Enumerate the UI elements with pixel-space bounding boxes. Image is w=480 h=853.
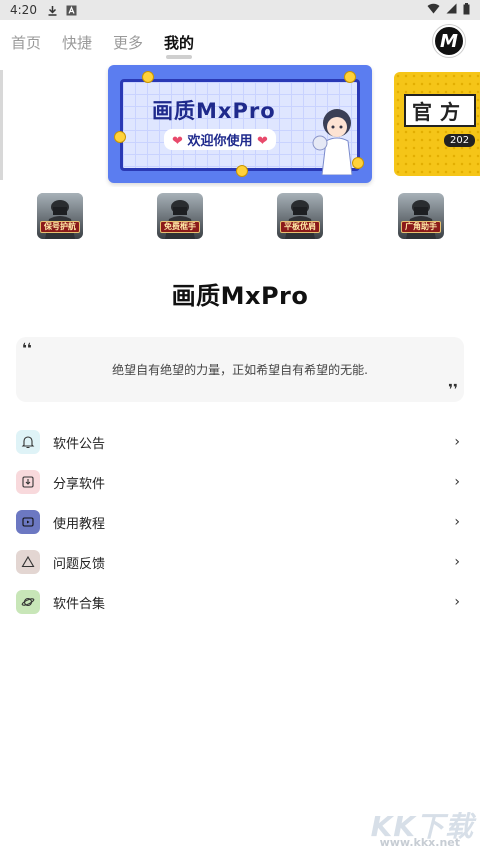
quick-item-tablet-view[interactable]: 平板优肩 (277, 193, 323, 239)
menu-item-label: 使用教程 (53, 516, 106, 532)
a-badge-icon (66, 5, 77, 16)
menu-item-label: 分享软件 (53, 476, 106, 492)
coin-icon (344, 71, 356, 83)
menu-item-tutorial[interactable]: 使用教程 › (0, 502, 480, 542)
app-logo-badge[interactable]: M (433, 25, 465, 57)
quick-item-account-protect[interactable]: 保号护航 (37, 193, 83, 239)
banner-main[interactable]: 画质MxPro ❤ 欢迎你使用 ❤ (108, 65, 372, 183)
download-icon (47, 5, 58, 16)
banner-title: 画质MxPro (152, 99, 276, 123)
quick-item-free-frame[interactable]: 免费框手 (157, 193, 203, 239)
menu-item-announcement[interactable]: 软件公告 › (0, 422, 480, 462)
chevron-right-icon: › (454, 594, 460, 610)
quick-item-label: 平板优肩 (280, 221, 320, 233)
quick-item-wide-angle[interactable]: 广角助手 (398, 193, 444, 239)
menu-item-collection[interactable]: 软件合集 › (0, 582, 480, 622)
quote-text: 绝望自有绝望的力量，正如希望自有希望的无能. (112, 363, 368, 377)
watermark-url: www.kkx.net (379, 836, 460, 849)
status-bar: 4:20 (0, 0, 480, 20)
banner-subtitle-text: 欢迎你使用 (187, 134, 253, 149)
heart-icon: ❤ (256, 134, 268, 149)
menu-item-label: 问题反馈 (53, 556, 106, 572)
quote-close-icon: ❜❜ (448, 382, 458, 398)
tab-more[interactable]: 更多 (113, 32, 143, 53)
banner-next[interactable]: 官方 202 (394, 72, 480, 176)
battery-icon (463, 2, 470, 18)
status-right-icons (427, 2, 470, 18)
tab-home[interactable]: 首页 (11, 32, 41, 53)
coin-icon (142, 71, 154, 83)
site-watermark: KK下载 www.kkx.net (364, 805, 474, 849)
tab-shortcuts[interactable]: 快捷 (62, 32, 92, 53)
settings-menu: 软件公告 › 分享软件 › 使用教程 › 问题反馈 › 软件合集 › (0, 422, 480, 622)
chevron-right-icon: › (454, 554, 460, 570)
quick-access-grid: 保号护航 免费框手 平板优肩 广角助手 (0, 193, 480, 243)
quote-open-icon: ❛❛ (22, 341, 32, 357)
chevron-right-icon: › (454, 434, 460, 450)
signal-icon (446, 3, 457, 17)
bell-icon (16, 430, 40, 454)
coin-icon (236, 165, 248, 177)
quick-item-label: 保号护航 (40, 221, 80, 233)
video-play-icon (16, 510, 40, 534)
menu-item-feedback[interactable]: 问题反馈 › (0, 542, 480, 582)
menu-item-label: 软件合集 (53, 596, 106, 612)
quick-item-label: 免费框手 (160, 221, 200, 233)
coin-icon (114, 131, 126, 143)
menu-item-share[interactable]: 分享软件 › (0, 462, 480, 502)
wifi-icon (427, 3, 440, 17)
banner-prev-peek (0, 70, 3, 180)
chevron-right-icon: › (454, 514, 460, 530)
quote-card: ❛❛ 绝望自有绝望的力量，正如希望自有希望的无能. ❜❜ (16, 337, 464, 402)
status-time: 4:20 (10, 3, 37, 17)
banner-next-title: 官方 (404, 94, 476, 127)
share-box-icon (16, 470, 40, 494)
menu-item-label: 软件公告 (53, 436, 106, 452)
banner-subtitle: ❤ 欢迎你使用 ❤ (164, 129, 276, 150)
warning-triangle-icon (16, 550, 40, 574)
app-name-heading: 画质MxPro (171, 282, 309, 310)
planet-icon (16, 590, 40, 614)
top-tab-bar: 首页 快捷 更多 我的 (0, 20, 480, 65)
banner-next-year: 202 (444, 134, 476, 147)
quick-item-label: 广角助手 (401, 221, 441, 233)
heart-icon: ❤ (172, 134, 183, 149)
chevron-right-icon: › (454, 474, 460, 490)
banner-carousel[interactable]: 画质MxPro ❤ 欢迎你使用 ❤ 官方 202 (0, 62, 480, 187)
tab-mine[interactable]: 我的 (164, 32, 194, 59)
anime-character-illustration (312, 109, 353, 175)
